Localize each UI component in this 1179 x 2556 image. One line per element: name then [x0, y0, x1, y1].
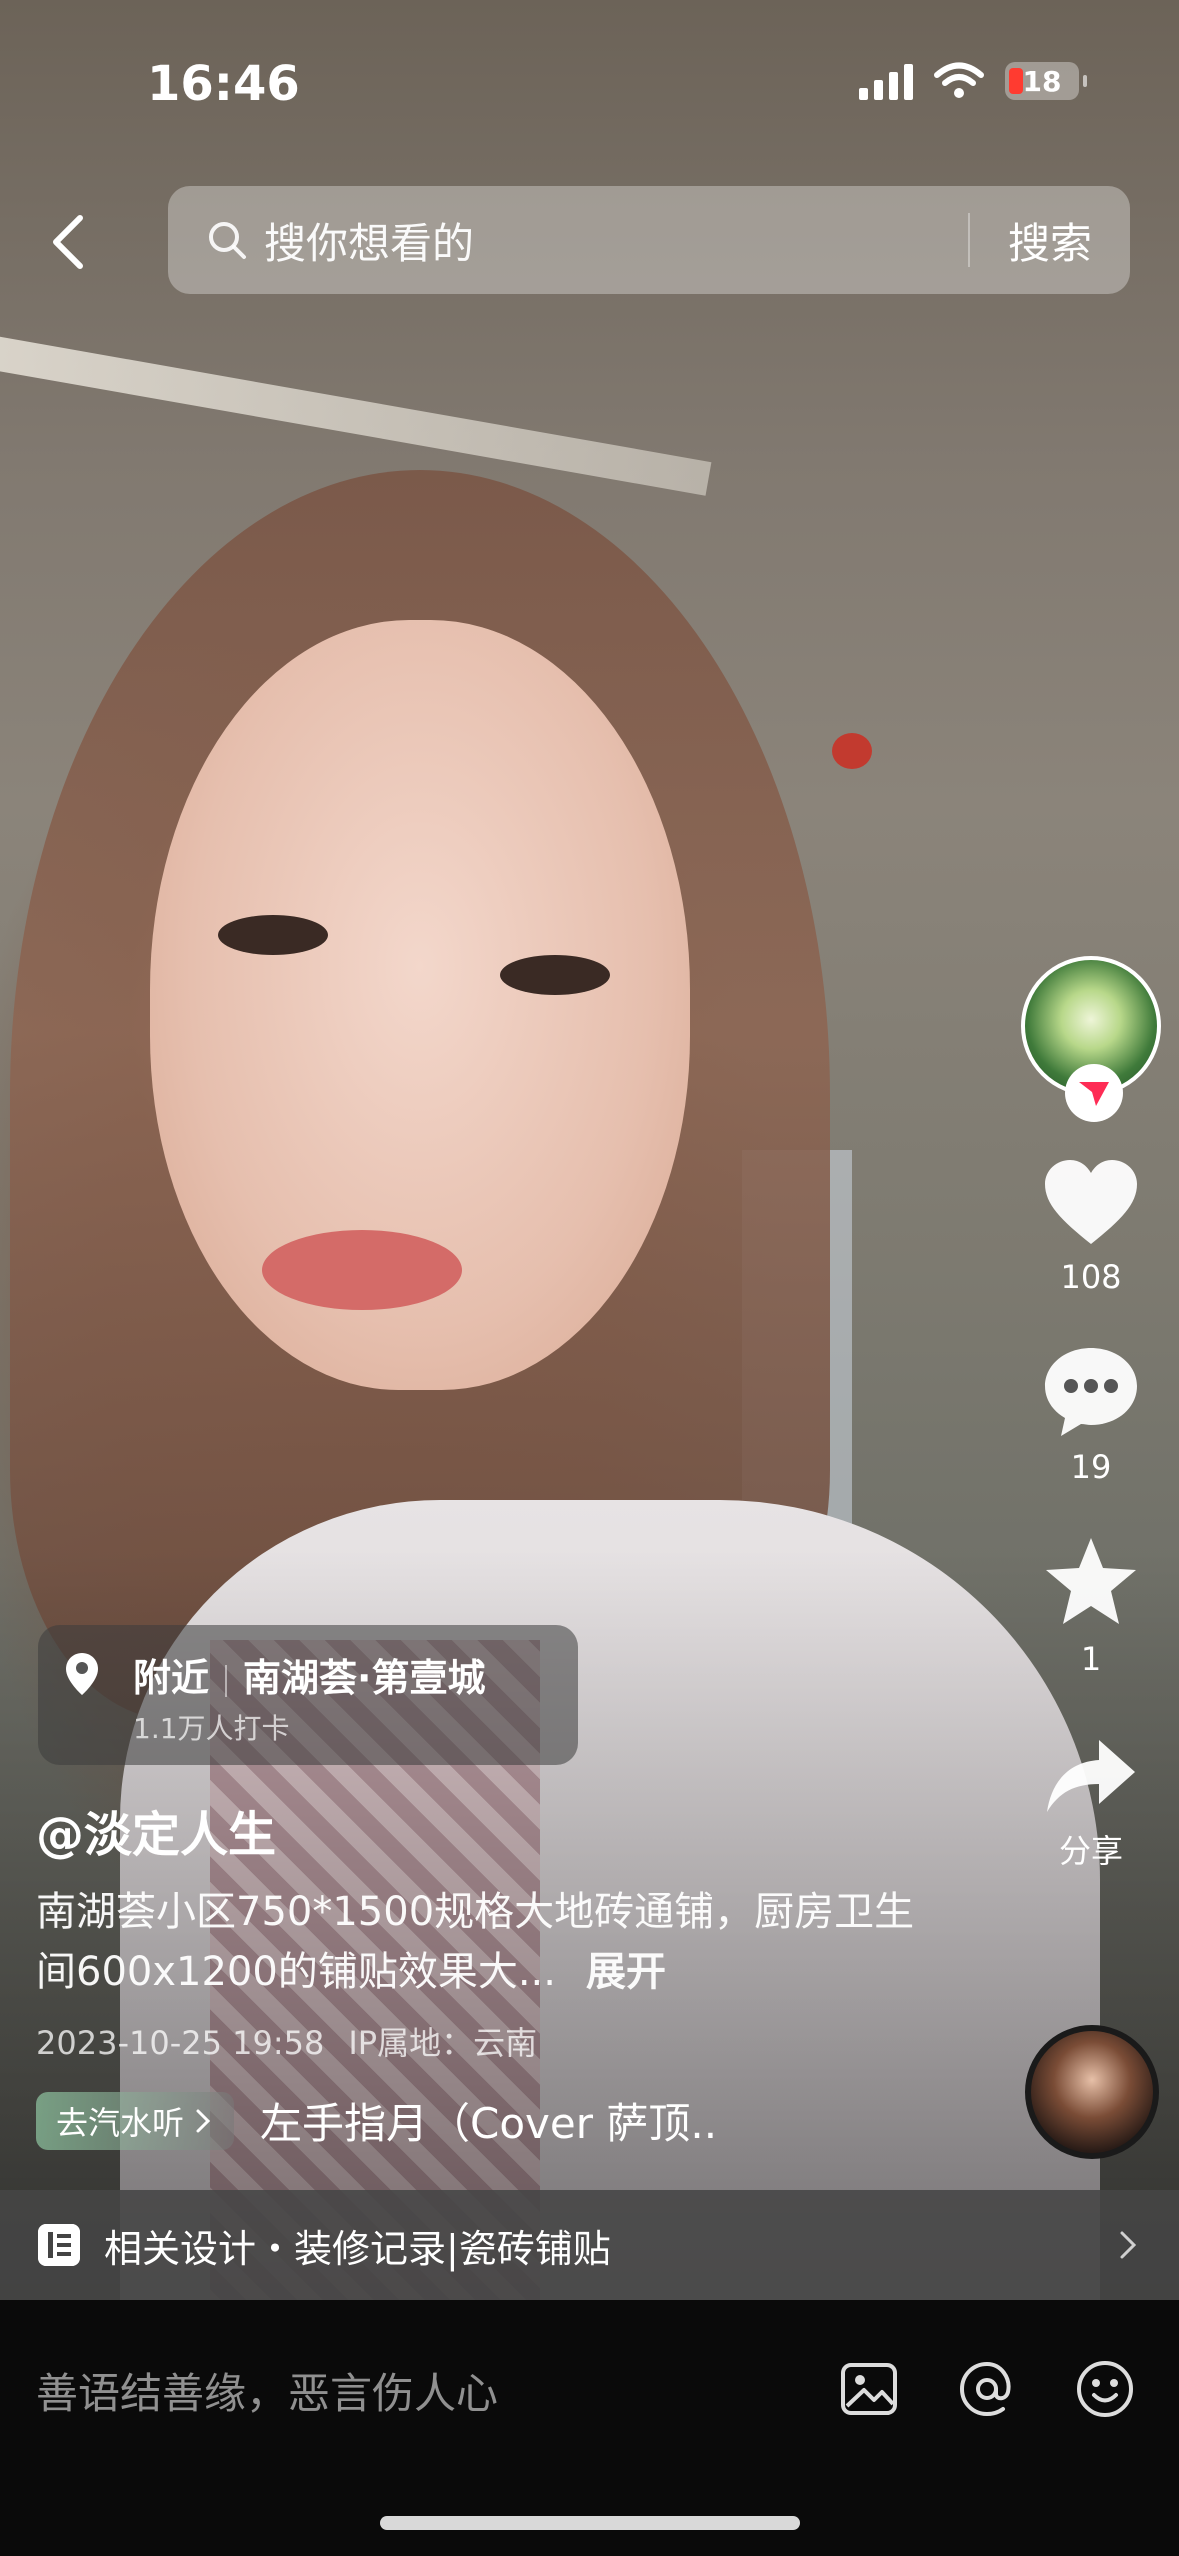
location-line: 附近 南湖荟·第壹城 [133, 1647, 485, 1702]
battery-icon: 18 [1005, 62, 1087, 100]
music-disc[interactable] [1025, 2025, 1159, 2159]
comment-icon[interactable] [1041, 1344, 1141, 1438]
right-eye [500, 955, 610, 995]
location-divider [225, 1664, 228, 1697]
description-text: 南湖荟小区750*1500规格大地砖通铺，厨房卫生间600x1200的铺贴效果大… [36, 1889, 915, 1995]
wifi-icon [934, 62, 984, 98]
comment-action[interactable]: 19 [1041, 1344, 1141, 1486]
comment-input[interactable]: 善语结善缘，恶言伤人心 [36, 2360, 498, 2421]
chevron-right-icon [1120, 2231, 1137, 2259]
chevron-right-icon [196, 2109, 211, 2132]
location-chip[interactable]: 附近 南湖荟·第壹城 1.1万人打卡 [38, 1625, 578, 1765]
lips [262, 1230, 462, 1310]
ceiling-beam [0, 330, 712, 496]
star-icon[interactable] [1041, 1534, 1141, 1630]
follow-button[interactable] [1065, 1064, 1123, 1122]
share-action[interactable]: 分享 [1043, 1736, 1139, 1872]
comment-count: 19 [1070, 1448, 1112, 1486]
left-eye [218, 915, 328, 955]
share-label: 分享 [1058, 1832, 1123, 1870]
search-bar[interactable]: 搜你想看的 搜索 [168, 186, 1130, 294]
favorite-count: 1 [1080, 1640, 1102, 1678]
search-icon [209, 222, 246, 259]
qishui-label: 去汽水听 [56, 2103, 185, 2142]
like-count: 108 [1060, 1258, 1122, 1296]
search-button[interactable]: 搜索 [970, 210, 1130, 271]
emoji-icon[interactable] [1074, 2358, 1136, 2420]
related-bar[interactable]: 相关设计・装修记录|瓷砖铺贴 [0, 2190, 1179, 2300]
expand-button[interactable]: 展开 [586, 1949, 666, 1995]
related-text: 相关设计・装修记录|瓷砖铺贴 [104, 2226, 611, 2271]
music-row: 去汽水听 左手指月（Cover 萨顶.. [36, 2090, 717, 2151]
follow-check-icon [1079, 1082, 1109, 1106]
image-icon[interactable] [838, 2358, 900, 2420]
location-pin-icon [66, 1653, 98, 1695]
music-title[interactable]: 左手指月（Cover 萨顶.. [260, 2090, 717, 2151]
author-avatar[interactable] [1021, 956, 1161, 1122]
location-prefix: 附近 [133, 1656, 210, 1700]
heart-icon[interactable] [1041, 1158, 1141, 1248]
author-name[interactable]: @淡定人生 [36, 1795, 276, 1865]
location-checkins: 1.1万人打卡 [133, 1712, 290, 1745]
search-input[interactable]: 搜你想看的 [264, 210, 968, 271]
fire-alarm [832, 733, 872, 769]
post-meta: 2023-10-25 19:58 IP属地：云南 [36, 2018, 537, 2064]
at-mention-icon[interactable] [956, 2358, 1018, 2420]
status-time: 16:46 [147, 56, 300, 112]
qishui-button[interactable]: 去汽水听 [36, 2091, 235, 2150]
post-ip: IP属地：云南 [348, 2024, 538, 2062]
status-icons: 18 [859, 62, 1087, 100]
signal-icon [859, 62, 913, 100]
chevron-left-icon[interactable] [40, 208, 100, 276]
post-date: 2023-10-25 19:58 [36, 2024, 325, 2062]
battery-level: 18 [1022, 64, 1062, 98]
like-action[interactable]: 108 [1041, 1158, 1141, 1296]
location-place: 南湖荟·第壹城 [243, 1656, 486, 1700]
post-description: 南湖荟小区750*1500规格大地砖通铺，厨房卫生间600x1200的铺贴效果大… [36, 1882, 916, 2002]
share-icon[interactable] [1043, 1736, 1139, 1816]
side-actions: 108 19 1 分享 [1017, 956, 1165, 1872]
home-indicator[interactable] [380, 2516, 800, 2530]
favorite-action[interactable]: 1 [1041, 1534, 1141, 1678]
related-design-icon [38, 2224, 80, 2266]
